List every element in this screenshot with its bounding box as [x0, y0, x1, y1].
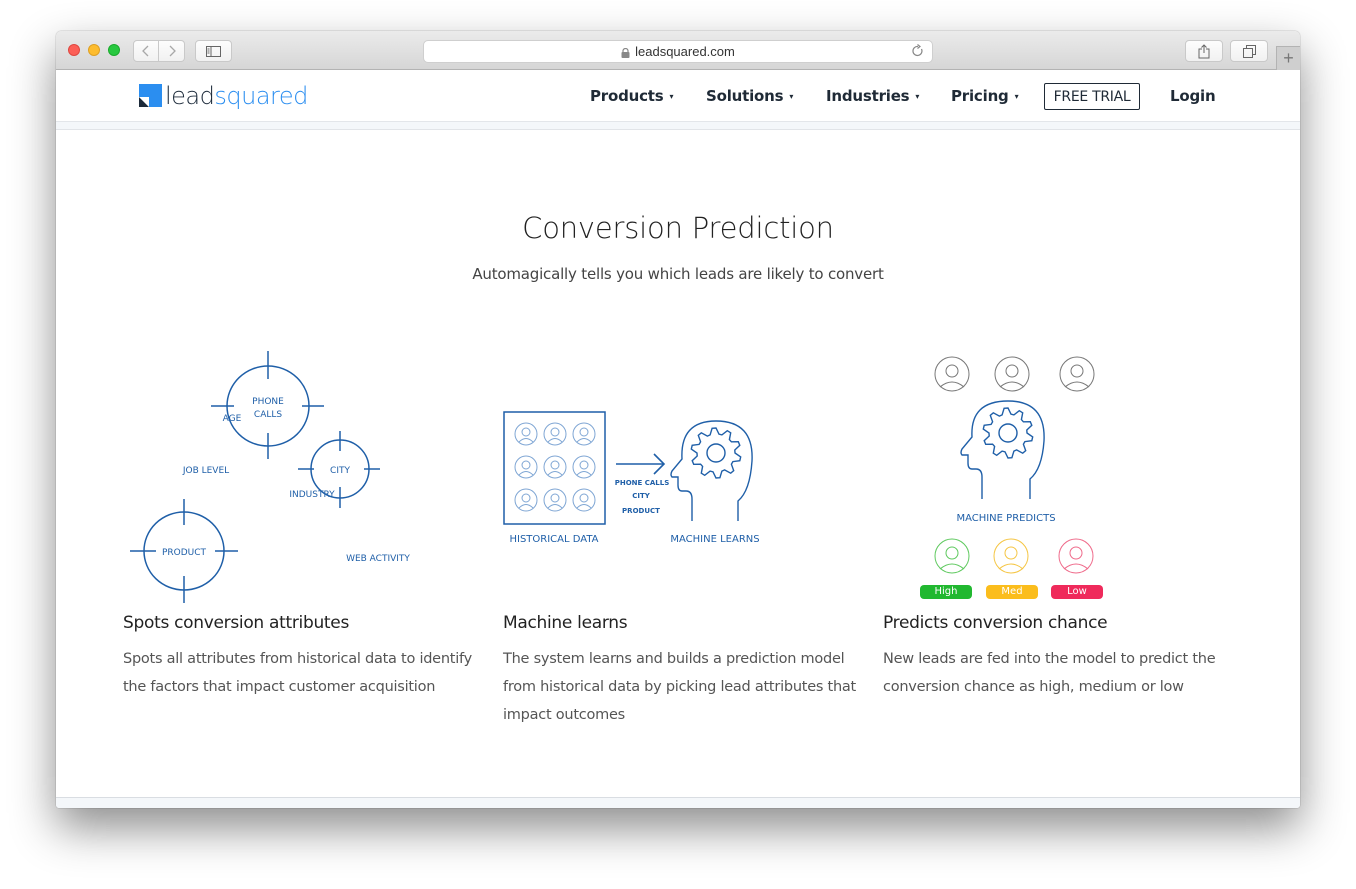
nav-solutions[interactable]: Solutions ▾: [706, 87, 793, 105]
historical-lead-avatar-icon: [572, 455, 596, 479]
historical-lead-avatar-icon: [543, 455, 567, 479]
address-bar[interactable]: leadsquared.com: [423, 40, 933, 63]
attr-city: CITY: [330, 466, 350, 476]
caret-down-icon: ▾: [1014, 92, 1019, 101]
attr-age: AGE: [223, 414, 242, 424]
arrow-right-icon: [616, 453, 666, 475]
desc-line: impact outcomes: [503, 707, 625, 723]
close-window-button[interactable]: [68, 44, 80, 56]
feature-spots-attributes: Spots conversion attributes Spots all at…: [123, 613, 483, 701]
share-icon: [1198, 43, 1210, 58]
lead-avatar-icon: [934, 356, 970, 392]
machine-learns-caption: MACHINE LEARNS: [670, 534, 759, 545]
login-link[interactable]: Login: [1170, 87, 1216, 105]
attr-industry: INDUSTRY: [289, 490, 335, 500]
desc-line: from historical data by picking lead att…: [503, 679, 856, 695]
nav-industries[interactable]: Industries ▾: [826, 87, 919, 105]
browser-toolbar: leadsquared.com +: [56, 31, 1300, 70]
head-gear-icon: [670, 420, 753, 521]
lead-avatar-icon: [1059, 356, 1095, 392]
attr-web-activity: WEB ACTIVITY: [346, 554, 410, 564]
historical-lead-avatar-icon: [514, 488, 538, 512]
caret-down-icon: ▾: [915, 92, 920, 101]
feature-description: The system learns and builds a predictio…: [503, 645, 863, 729]
tabs-icon: [1242, 44, 1256, 58]
caret-down-icon: ▾: [669, 92, 674, 101]
attributes-illustration: PHONE CALLS CITY PRODUCT AGE JOB LEVEL I…: [116, 341, 410, 621]
nav-label: Solutions: [706, 87, 784, 105]
nav-label: Industries: [826, 87, 910, 105]
nav-products[interactable]: Products ▾: [590, 87, 674, 105]
new-tab-button[interactable]: +: [1276, 46, 1300, 70]
historical-lead-avatar-icon: [514, 422, 538, 446]
url-text: leadsquared.com: [635, 44, 735, 59]
feature-description: New leads are fed into the model to pred…: [883, 645, 1243, 701]
feature-title: Predicts conversion chance: [883, 613, 1108, 633]
section-title: Conversion Prediction: [522, 211, 834, 245]
desc-line: conversion chance as high, medium or low: [883, 679, 1184, 695]
desc-line: New leads are fed into the model to pred…: [883, 651, 1216, 667]
historical-lead-avatar-icon: [572, 422, 596, 446]
badge-low: Low: [1051, 585, 1103, 599]
lock-icon: [621, 47, 630, 58]
machine-predicts-illustration: MACHINE PREDICTS High Med Low: [916, 341, 1116, 621]
feature-title: Machine learns: [503, 613, 628, 633]
lead-avatar-icon: [994, 356, 1030, 392]
caret-down-icon: ▾: [789, 92, 794, 101]
forward-button[interactable]: [159, 40, 185, 62]
show-tabs-button[interactable]: [1230, 40, 1268, 62]
nav-label: Products: [590, 87, 664, 105]
reload-icon[interactable]: [911, 44, 924, 58]
nav-pricing[interactable]: Pricing ▾: [951, 87, 1019, 105]
arrow-label-city: CITY: [632, 492, 651, 500]
high-lead-avatar-icon: [934, 538, 970, 574]
leadsquared-logo[interactable]: leadsquared: [139, 81, 308, 109]
historical-data-caption: HISTORICAL DATA: [509, 534, 598, 545]
badge-med: Med: [986, 585, 1038, 599]
historical-lead-avatar-icon: [543, 488, 567, 512]
attr-job-level: JOB LEVEL: [182, 466, 229, 476]
arrow-label-phone-calls: PHONE CALLS: [615, 479, 670, 487]
desc-line: the factors that impact customer acquisi…: [123, 679, 436, 695]
attr-calls: CALLS: [254, 410, 282, 420]
chevron-left-icon: [142, 45, 149, 57]
head-gear-icon: [960, 400, 1045, 499]
site-header: leadsquared Products ▾ Solutions ▾ Industr…: [56, 70, 1300, 122]
badge-high: High: [920, 585, 972, 599]
browser-window: leadsquared.com + leadsquared Products ▾…: [56, 31, 1300, 808]
logo-text-squared: squared: [214, 82, 308, 110]
share-button[interactable]: [1185, 40, 1223, 62]
desc-line: Spots all attributes from historical dat…: [123, 651, 472, 667]
free-trial-button[interactable]: FREE TRIAL: [1044, 83, 1140, 110]
logo-square-icon: [139, 84, 162, 107]
chevron-right-icon: [169, 45, 176, 57]
feature-predicts-chance: Predicts conversion chance New leads are…: [883, 613, 1243, 701]
attr-product: PRODUCT: [162, 548, 207, 558]
back-button[interactable]: [133, 40, 159, 62]
maximize-window-button[interactable]: [108, 44, 120, 56]
plus-icon: +: [1283, 48, 1294, 68]
logo-text-lead: lead: [165, 82, 215, 110]
minimize-window-button[interactable]: [88, 44, 100, 56]
med-lead-avatar-icon: [993, 538, 1029, 574]
section-subtitle: Automagically tells you which leads are …: [472, 265, 884, 283]
historical-lead-avatar-icon: [543, 422, 567, 446]
historical-lead-avatar-icon: [514, 455, 538, 479]
attr-phone: PHONE: [252, 397, 284, 407]
historical-lead-avatar-icon: [572, 488, 596, 512]
feature-title: Spots conversion attributes: [123, 613, 350, 633]
sidebar-toggle-button[interactable]: [195, 40, 232, 62]
next-section-edge: [56, 798, 1300, 808]
sidebar-icon: [206, 45, 221, 57]
desc-line: The system learns and builds a predictio…: [503, 651, 845, 667]
arrow-label-product: PRODUCT: [622, 507, 660, 515]
feature-machine-learns: Machine learns The system learns and bui…: [503, 613, 863, 729]
nav-label: Pricing: [951, 87, 1009, 105]
header-divider: [56, 122, 1300, 130]
low-lead-avatar-icon: [1058, 538, 1094, 574]
feature-description: Spots all attributes from historical dat…: [123, 645, 483, 701]
machine-predicts-caption: MACHINE PREDICTS: [956, 513, 1055, 524]
machine-learns-illustration: PHONE CALLS CITY PRODUCT HISTORICAL DATA…: [496, 341, 776, 621]
